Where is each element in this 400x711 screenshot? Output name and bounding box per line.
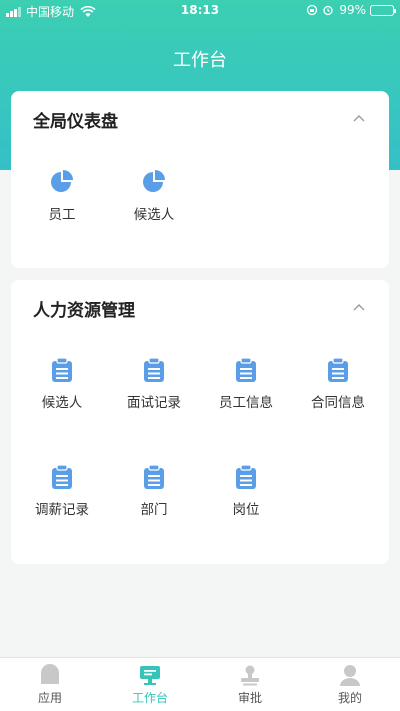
chevron-up-icon[interactable] xyxy=(353,302,365,314)
item-label: 面试记录 xyxy=(127,395,181,411)
tab-label: 应用 xyxy=(37,691,62,705)
section-title: 全局仪表盘 xyxy=(33,112,118,132)
home-icon xyxy=(41,664,59,684)
hr-item-employee-info[interactable]: 员工信息 xyxy=(199,357,293,411)
item-label: 候选人 xyxy=(133,207,175,223)
tab-workbench[interactable]: 工作台 xyxy=(100,664,200,706)
clipboard-icon xyxy=(144,464,164,489)
user-icon xyxy=(340,665,360,686)
desk-icon xyxy=(140,666,160,685)
hr-management-card: 人力资源管理 候选人 面试记录 员工信息 合同信息 调薪记录 部门 岗位 xyxy=(11,280,389,564)
item-label: 候选人 xyxy=(41,395,83,411)
clipboard-icon xyxy=(236,357,256,382)
clipboard-icon xyxy=(52,357,72,382)
hr-item-position[interactable]: 岗位 xyxy=(199,464,293,518)
clipboard-icon xyxy=(328,357,348,382)
battery-percent: 99% xyxy=(339,3,366,17)
tab-label: 审批 xyxy=(237,691,262,705)
section-title: 人力资源管理 xyxy=(33,301,135,321)
dashboard-item-employee[interactable]: 员工 xyxy=(15,169,109,223)
hr-item-salary-records[interactable]: 调薪记录 xyxy=(15,464,109,518)
item-label: 员工信息 xyxy=(219,395,273,411)
lock-rotation-icon xyxy=(307,4,318,16)
tab-label: 我的 xyxy=(337,691,362,705)
tab-mine[interactable]: 我的 xyxy=(300,664,400,706)
hr-item-candidate[interactable]: 候选人 xyxy=(15,357,109,411)
item-label: 岗位 xyxy=(232,502,260,518)
item-label: 合同信息 xyxy=(311,395,365,411)
hr-item-department[interactable]: 部门 xyxy=(107,464,201,518)
clipboard-icon xyxy=(52,464,72,489)
item-label: 员工 xyxy=(48,207,76,223)
tab-apps[interactable]: 应用 xyxy=(0,664,100,706)
item-label: 部门 xyxy=(140,502,168,518)
bottom-tab-bar: 应用 工作台 审批 我的 xyxy=(0,657,400,711)
pie-chart-icon xyxy=(143,170,165,192)
pie-chart-icon xyxy=(51,170,73,192)
clipboard-icon xyxy=(144,357,164,382)
stamp-icon xyxy=(241,665,259,686)
page-title: 工作台 xyxy=(173,50,227,71)
dashboard-item-candidate[interactable]: 候选人 xyxy=(107,169,201,223)
battery-icon xyxy=(370,4,396,16)
tab-label: 工作台 xyxy=(131,691,168,705)
dashboard-card: 全局仪表盘 员工 候选人 xyxy=(11,91,389,268)
tab-approval[interactable]: 审批 xyxy=(200,664,300,706)
status-bar: 中国移动 18:13 99% xyxy=(0,0,400,22)
alarm-icon xyxy=(323,5,333,16)
item-label: 调薪记录 xyxy=(35,502,89,518)
clipboard-icon xyxy=(236,464,256,489)
hr-item-contract-info[interactable]: 合同信息 xyxy=(291,357,385,411)
chevron-up-icon[interactable] xyxy=(353,113,365,125)
hr-item-interview-records[interactable]: 面试记录 xyxy=(107,357,201,411)
